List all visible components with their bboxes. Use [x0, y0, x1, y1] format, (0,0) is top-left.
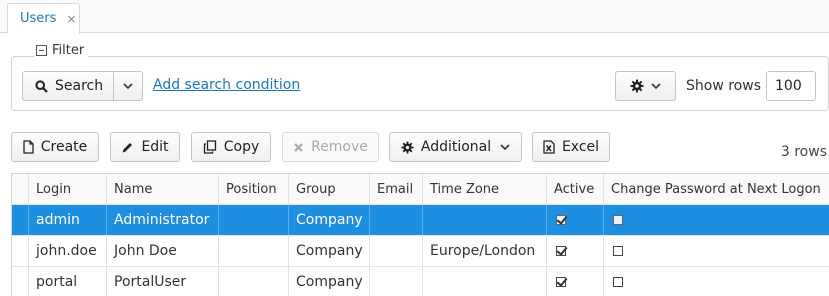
copy-button-label: Copy [223, 139, 260, 155]
column-header-timezone[interactable]: Time Zone [423, 174, 547, 204]
column-header-change-password[interactable]: Change Password at Next Logon [604, 174, 829, 204]
gear-icon [401, 140, 414, 154]
excel-button[interactable]: Excel [532, 132, 610, 162]
rows-count: 3 rows [780, 144, 827, 160]
search-icon [35, 79, 48, 93]
table-row[interactable]: admin Administrator Company [12, 205, 829, 236]
show-rows-input[interactable] [766, 71, 816, 101]
column-header-name[interactable]: Name [107, 174, 219, 204]
table-row[interactable]: portal PortalUser Company [12, 267, 829, 296]
cell-change-password [604, 236, 829, 266]
file-icon [23, 140, 34, 154]
tab-users[interactable]: Users × [7, 3, 80, 34]
cell-name: John Doe [107, 236, 219, 266]
cell-change-password [604, 205, 829, 235]
cell-login: portal [29, 267, 107, 296]
remove-button[interactable]: Remove [282, 132, 379, 162]
active-checkbox [556, 277, 566, 287]
cell-login: admin [29, 205, 107, 235]
cell-timezone [423, 205, 547, 235]
search-button[interactable]: Search [23, 72, 115, 100]
cell-active [547, 236, 604, 266]
cell-timezone [423, 267, 547, 296]
filter-legend[interactable]: Filter [34, 43, 89, 58]
copy-button[interactable]: Copy [191, 132, 271, 162]
column-header-position[interactable]: Position [219, 174, 289, 204]
cell-active [547, 205, 604, 235]
users-table: Login Name Position Group Email Time Zon… [11, 173, 829, 296]
cell-position [219, 236, 289, 266]
cell-email [370, 267, 423, 296]
cell-group: Company [289, 236, 370, 266]
add-search-condition-link[interactable]: Add search condition [153, 77, 300, 93]
change-password-checkbox [613, 215, 623, 225]
cell-group: Company [289, 267, 370, 296]
change-password-checkbox [613, 246, 623, 256]
cell-active [547, 267, 604, 296]
close-icon [294, 142, 303, 152]
filter-legend-label: Filter [52, 43, 85, 58]
change-password-checkbox [613, 277, 623, 287]
column-header-group[interactable]: Group [289, 174, 370, 204]
create-button-label: Create [40, 139, 88, 155]
cell-email [370, 236, 423, 266]
row-indicator [12, 236, 29, 266]
row-indicator [12, 267, 29, 296]
create-button[interactable]: Create [11, 132, 99, 162]
table-header-row: Login Name Position Group Email Time Zon… [12, 174, 829, 205]
edit-button-label: Edit [141, 139, 169, 155]
edit-button[interactable]: Edit [110, 132, 180, 162]
remove-button-label: Remove [311, 139, 368, 155]
column-header-active[interactable]: Active [547, 174, 604, 204]
tab-bar: Users × [0, 0, 829, 34]
search-button-label: Search [55, 78, 104, 94]
cell-timezone: Europe/London [423, 236, 547, 266]
active-checkbox [556, 246, 566, 256]
chevron-down-icon [500, 143, 510, 150]
pencil-icon [122, 142, 133, 152]
cell-name: PortalUser [107, 267, 219, 296]
tab-users-label: Users [20, 11, 57, 26]
active-checkbox [556, 215, 566, 225]
copy-icon [203, 140, 216, 154]
cell-change-password [604, 267, 829, 296]
cell-name: Administrator [107, 205, 219, 235]
filter-settings-button[interactable] [615, 71, 676, 101]
cell-group: Company [289, 205, 370, 235]
additional-button[interactable]: Additional [389, 132, 522, 162]
excel-file-icon [543, 140, 555, 154]
additional-button-label: Additional [420, 139, 492, 155]
table-row[interactable]: john.doe John Doe Company Europe/London [12, 236, 829, 267]
excel-button-label: Excel [561, 139, 600, 155]
search-button-group: Search [22, 71, 143, 101]
column-header-login[interactable]: Login [29, 174, 107, 204]
collapse-icon[interactable] [36, 45, 47, 56]
tab-close-icon[interactable]: × [66, 12, 76, 26]
row-indicator-header [12, 174, 29, 204]
gear-icon [630, 79, 644, 93]
cell-position [219, 205, 289, 235]
chevron-down-icon [123, 82, 133, 89]
show-rows-label: Show rows [686, 78, 761, 94]
cell-login: john.doe [29, 236, 107, 266]
row-indicator [12, 205, 29, 235]
column-header-email[interactable]: Email [370, 174, 423, 204]
chevron-down-icon [651, 82, 661, 89]
cell-position [219, 267, 289, 296]
search-dropdown-button[interactable] [114, 72, 142, 100]
cell-email [370, 205, 423, 235]
